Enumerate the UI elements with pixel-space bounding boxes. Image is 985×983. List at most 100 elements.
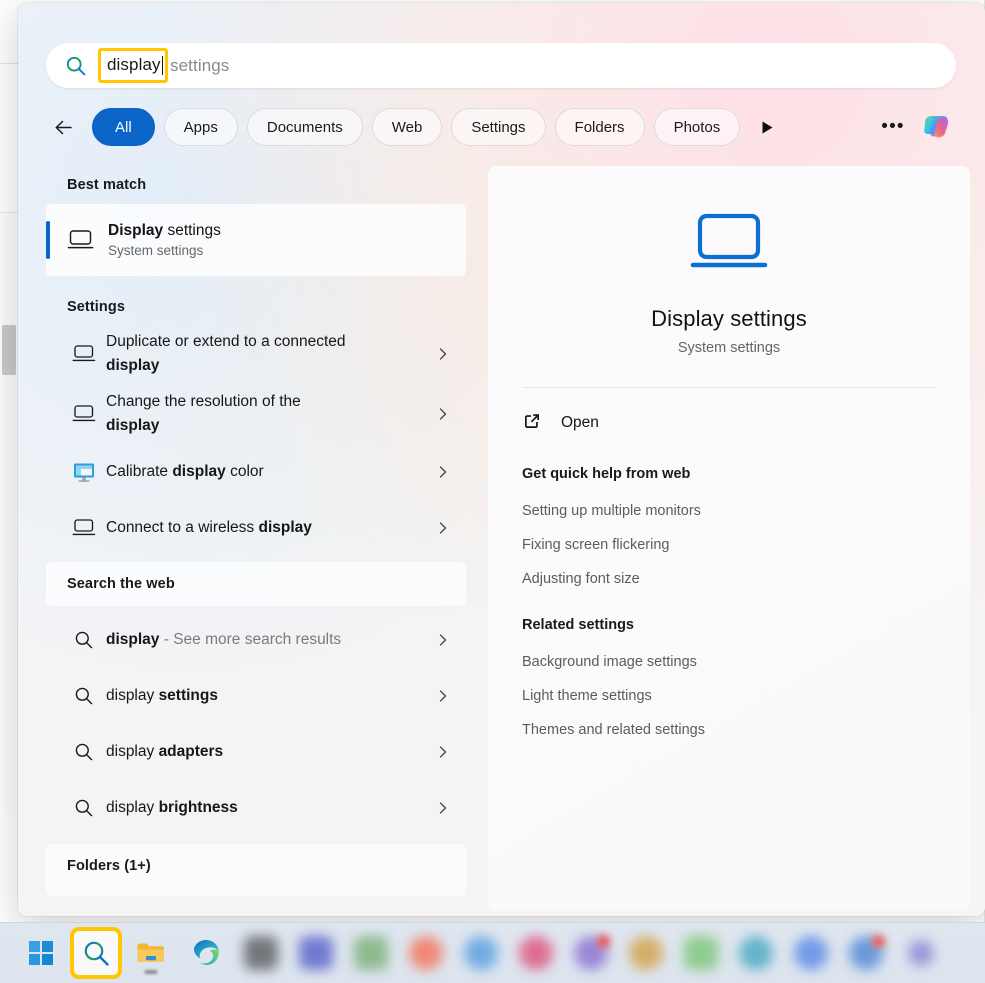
taskbar xyxy=(0,922,985,983)
open-button[interactable]: Open xyxy=(522,406,970,440)
settings-result-label: Connect to a wireless display xyxy=(106,516,360,540)
settings-result-row[interactable]: Calibrate display color xyxy=(46,444,466,500)
chevron-right-icon xyxy=(436,465,450,479)
group-header-best-match: Best match xyxy=(46,166,466,202)
search-icon xyxy=(62,686,106,706)
app-12-button[interactable] xyxy=(622,929,670,977)
related-settings-link[interactable]: Themes and related settings xyxy=(522,722,705,738)
blurred-app-icon xyxy=(244,936,278,970)
app-14-button[interactable] xyxy=(732,929,780,977)
settings-result-match: display xyxy=(259,519,312,536)
settings-result-suffix: color xyxy=(226,463,264,480)
tab-folders[interactable]: Folders xyxy=(555,108,645,146)
blurred-app-icon xyxy=(739,936,773,970)
app-10-button[interactable] xyxy=(512,929,560,977)
settings-result-match: display xyxy=(106,417,159,434)
play-triangle-icon[interactable] xyxy=(754,111,780,143)
settings-result-prefix: Duplicate or extend to a connected xyxy=(106,333,346,350)
quick-help-link[interactable]: Setting up multiple monitors xyxy=(522,503,701,519)
quick-help-title: Get quick help from web xyxy=(522,466,970,482)
preview-subtitle: System settings xyxy=(678,340,780,356)
chevron-right-icon xyxy=(436,633,450,647)
tab-folders-label: Folders xyxy=(575,119,625,136)
web-result-prefix: display xyxy=(106,743,159,760)
selection-accent-bar xyxy=(46,221,50,259)
tab-all[interactable]: All xyxy=(92,108,155,146)
app-11-button[interactable] xyxy=(567,929,615,977)
web-result-dim: - See more search results xyxy=(159,631,341,648)
group-header-folders: Folders (1+) xyxy=(46,844,466,896)
monitor-icon xyxy=(62,518,106,538)
search-results-list: Best match Display settings System setti… xyxy=(46,166,466,916)
file-explorer-button[interactable] xyxy=(127,929,175,977)
search-icon xyxy=(62,798,106,818)
best-match-title-rest: settings xyxy=(163,222,221,239)
explorer-scrollbar-thumb[interactable] xyxy=(2,325,16,375)
preview-title: Display settings xyxy=(651,306,807,332)
tab-photos[interactable]: Photos xyxy=(654,108,741,146)
web-result-row[interactable]: display adapters xyxy=(46,724,466,780)
tab-web-label: Web xyxy=(392,119,423,136)
start-button[interactable] xyxy=(17,929,65,977)
tab-documents[interactable]: Documents xyxy=(247,108,363,146)
search-box[interactable]: display settings xyxy=(46,43,956,88)
search-input-value: display xyxy=(107,55,161,75)
monitor-color-icon xyxy=(62,462,106,483)
related-settings-link[interactable]: Background image settings xyxy=(522,654,697,670)
copilot-icon[interactable] xyxy=(916,107,956,147)
app-8-button[interactable] xyxy=(402,929,450,977)
tab-apps[interactable]: Apps xyxy=(164,108,238,146)
edge-button[interactable] xyxy=(182,929,230,977)
tab-web[interactable]: Web xyxy=(372,108,443,146)
best-match-result[interactable]: Display settings System settings xyxy=(46,204,466,276)
app-15-button[interactable] xyxy=(787,929,835,977)
quick-help-link[interactable]: Fixing screen flickering xyxy=(522,537,669,553)
best-match-title-strong: Display xyxy=(108,222,163,239)
app-7-button[interactable] xyxy=(347,929,395,977)
blurred-app-icon xyxy=(794,936,828,970)
chevron-right-icon xyxy=(436,347,450,361)
external-link-icon xyxy=(522,411,542,436)
running-indicator xyxy=(145,970,158,974)
quick-help-link[interactable]: Adjusting font size xyxy=(522,571,640,587)
group-header-settings: Settings xyxy=(46,288,466,324)
settings-result-match: display xyxy=(106,357,159,374)
explorer-scrollbar-track[interactable] xyxy=(2,215,16,815)
preview-divider xyxy=(522,387,936,388)
web-result-match: settings xyxy=(159,687,218,704)
app-6-button[interactable] xyxy=(292,929,340,977)
settings-result-row[interactable]: Duplicate or extend to a connected displ… xyxy=(46,324,466,384)
overflow-menu-button[interactable]: ••• xyxy=(876,110,910,144)
search-icon xyxy=(62,630,106,650)
best-match-title: Display settings xyxy=(108,222,221,240)
app-16-button[interactable] xyxy=(842,929,890,977)
app-5-button[interactable] xyxy=(237,929,285,977)
related-settings-link[interactable]: Light theme settings xyxy=(522,688,652,704)
search-text-area[interactable]: display settings xyxy=(104,48,229,83)
blurred-app-icon xyxy=(354,936,388,970)
app-17-button[interactable] xyxy=(897,929,945,977)
blurred-app-icon xyxy=(684,936,718,970)
blurred-app-icon xyxy=(629,936,663,970)
open-label: Open xyxy=(561,414,599,432)
back-button[interactable] xyxy=(46,110,80,144)
laptop-display-icon xyxy=(688,212,770,279)
settings-result-prefix: Change the resolution of the xyxy=(106,393,301,410)
search-button[interactable] xyxy=(72,929,120,977)
settings-result-row[interactable]: Connect to a wireless display xyxy=(46,500,466,556)
search-icon xyxy=(62,742,106,762)
settings-result-prefix: Connect to a wireless xyxy=(106,519,259,536)
tab-settings[interactable]: Settings xyxy=(451,108,545,146)
windows-search-panel: display settings All Apps Documents Web … xyxy=(18,3,985,916)
web-result-row[interactable]: display brightness xyxy=(46,780,466,836)
app-9-button[interactable] xyxy=(457,929,505,977)
best-match-subtitle: System settings xyxy=(108,243,221,258)
settings-result-row[interactable]: Change the resolution of the display xyxy=(46,384,466,444)
web-result-row[interactable]: display settings xyxy=(46,668,466,724)
web-result-row[interactable]: display - See more search results xyxy=(46,612,466,668)
group-header-search-the-web: Search the web xyxy=(46,562,466,606)
search-filter-tabs: All Apps Documents Web Settings Folders … xyxy=(46,107,956,147)
app-13-button[interactable] xyxy=(677,929,725,977)
related-settings-title: Related settings xyxy=(522,617,970,633)
web-result-label: display - See more search results xyxy=(106,628,389,652)
